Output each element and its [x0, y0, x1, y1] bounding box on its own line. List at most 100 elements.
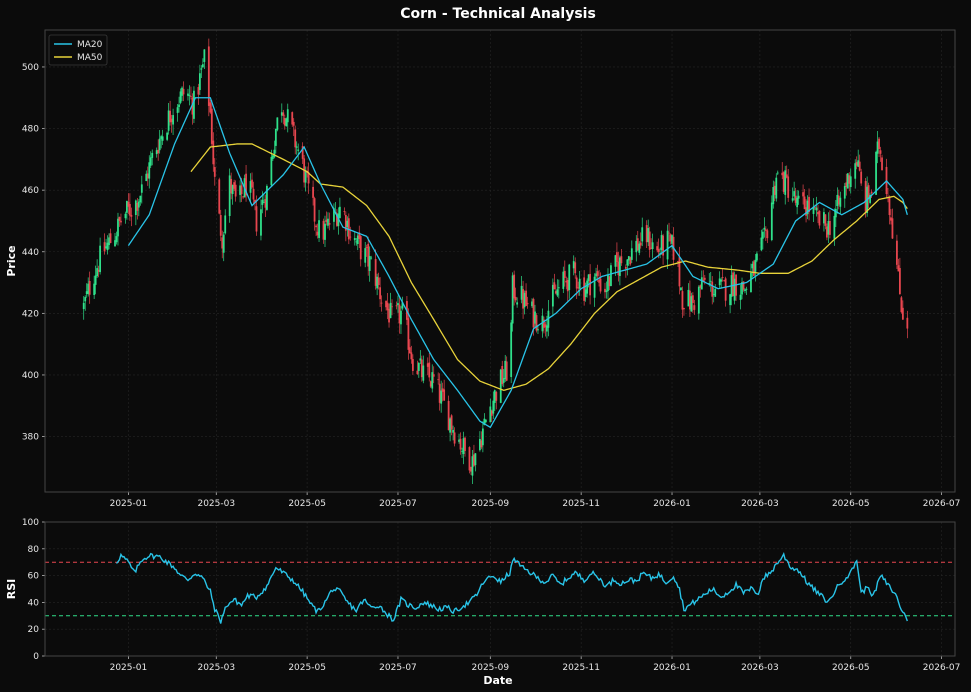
candle-body — [140, 184, 143, 193]
candle-body — [881, 157, 883, 171]
candle-body — [353, 237, 356, 241]
candle-body — [213, 167, 216, 177]
candle-body — [596, 271, 599, 276]
candle-body — [891, 218, 894, 239]
candle-body — [630, 248, 633, 260]
candle-body — [218, 179, 221, 214]
candle-body — [219, 215, 222, 236]
candle-body — [481, 428, 484, 446]
rsi-x-tick-label: 2025-09 — [472, 663, 510, 673]
candle-body — [343, 211, 346, 213]
candle-body — [297, 149, 300, 151]
candle-body — [370, 257, 373, 259]
candle-body — [575, 277, 578, 289]
candle-body — [815, 207, 818, 211]
candle-body — [453, 432, 456, 444]
candle-body — [151, 152, 154, 158]
candle-body — [651, 242, 654, 250]
candle-body — [282, 112, 285, 116]
candle-body — [273, 149, 276, 158]
rsi-x-tick-label: 2025-01 — [110, 663, 148, 673]
rsi-x-tick-label: 2026-01 — [653, 663, 691, 673]
candle-body — [803, 196, 806, 210]
legend: MA20 MA50 — [48, 34, 108, 66]
candle-body — [407, 318, 410, 350]
candle-body — [139, 195, 142, 203]
candle-body — [99, 245, 102, 273]
candle-body — [93, 283, 96, 296]
candle-body — [474, 453, 477, 466]
rsi-y-tick-label: 100 — [22, 518, 39, 528]
candle-body — [188, 95, 191, 97]
candle-body — [274, 129, 277, 146]
candle-body — [428, 362, 431, 378]
candle-body — [120, 220, 122, 223]
candle-body — [193, 90, 195, 119]
candle-body — [714, 289, 717, 297]
candle-body — [410, 352, 413, 360]
candle-body — [787, 176, 790, 198]
candle-body — [380, 302, 383, 304]
price-x-tick-label: 2025-07 — [379, 499, 417, 509]
candle-body — [400, 310, 402, 325]
candle-body — [251, 179, 253, 188]
candle-body — [88, 280, 91, 295]
candle-body — [888, 196, 891, 216]
rsi-x-tick-label: 2026-07 — [923, 663, 961, 673]
candle-body — [203, 49, 206, 62]
candle-body — [84, 297, 87, 302]
candle-body — [495, 392, 498, 401]
candle-body — [94, 275, 97, 285]
candle-body — [657, 248, 660, 252]
candle-body — [720, 279, 723, 282]
price-x-tick-label: 2026-07 — [923, 499, 961, 509]
candle-body — [563, 270, 566, 278]
candle-body — [791, 198, 794, 201]
candle-body — [117, 218, 119, 237]
price-y-tick-label: 460 — [22, 186, 39, 196]
candle-body — [176, 107, 179, 113]
candle-body — [161, 136, 164, 141]
candle-body — [505, 361, 508, 381]
candle-body — [666, 230, 669, 260]
rsi-y-tick-label: 20 — [28, 625, 40, 635]
candle-body — [535, 315, 538, 331]
candle-body — [459, 438, 462, 450]
rsi-y-tick-label: 0 — [33, 652, 39, 662]
candle-body — [312, 186, 314, 198]
candle-body — [574, 262, 577, 274]
candle-body — [391, 306, 393, 308]
candle-body — [648, 231, 651, 250]
candle-body — [294, 129, 297, 148]
candle-body — [641, 227, 644, 242]
candle-body — [834, 208, 837, 218]
candle-body — [158, 138, 161, 151]
rsi-x-tick-label: 2025-03 — [197, 663, 235, 673]
candle-body — [770, 202, 773, 241]
candle-body — [182, 88, 185, 95]
candle-body — [898, 267, 901, 295]
price-axis-label: Price — [5, 245, 18, 276]
candle-body — [761, 231, 764, 239]
candle-body — [589, 273, 592, 296]
candle-body — [270, 156, 273, 186]
candle-body — [744, 289, 746, 292]
candle-body — [513, 274, 516, 299]
candle-body — [839, 197, 842, 207]
candle-body — [349, 236, 352, 238]
candle-body — [411, 359, 414, 371]
candle-body — [318, 220, 320, 238]
candle-body — [464, 437, 466, 451]
candle-body — [157, 149, 160, 154]
candle-body — [526, 303, 529, 305]
rsi-x-tick-label: 2025-05 — [288, 663, 326, 673]
candle-body — [763, 227, 766, 230]
candle-body — [379, 287, 382, 300]
candle-body — [721, 276, 724, 278]
candle-body — [802, 192, 804, 197]
technical-analysis-figure: Corn - Technical Analysis 38040042044046… — [0, 0, 971, 692]
candle-body — [668, 232, 670, 234]
chart-title: Corn - Technical Analysis — [400, 6, 596, 22]
candle-body — [260, 209, 262, 236]
legend-ma20-label: MA20 — [77, 40, 103, 50]
